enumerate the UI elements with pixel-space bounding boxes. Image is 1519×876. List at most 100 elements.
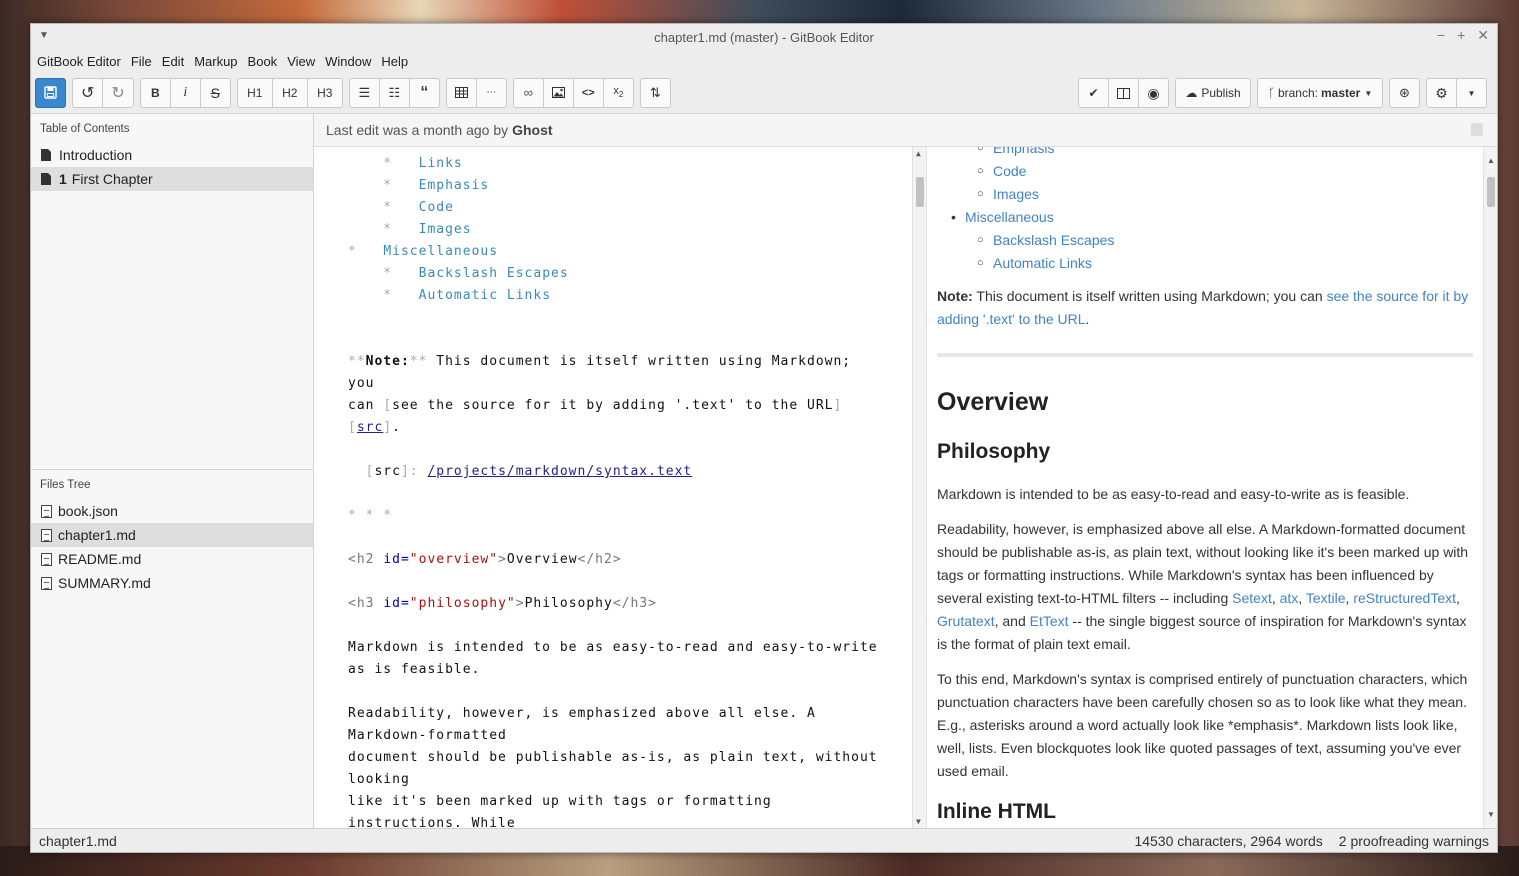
branch-dropdown[interactable]: ᚴ branch: master ▼ xyxy=(1257,78,1383,108)
preview-heading-inline-html: Inline HTML xyxy=(937,800,1056,823)
scrollbar-thumb[interactable] xyxy=(916,177,924,207)
preview-divider xyxy=(937,353,1473,357)
preview-link[interactable]: Grutatext xyxy=(937,613,995,629)
file-item-summary[interactable]: SUMMARY.md xyxy=(31,571,313,595)
gear-icon: ⚙ xyxy=(1435,84,1448,101)
files-tree: Files Tree book.json chapter1.md README.… xyxy=(31,469,313,595)
preview-link[interactable]: Miscellaneous xyxy=(965,209,1054,225)
eye-icon: ◉ xyxy=(1147,84,1160,101)
md-text: Readability, however, is emphasized abov… xyxy=(348,706,816,721)
scrollbar-thumb[interactable] xyxy=(1487,177,1495,207)
publish-button[interactable]: ☁ Publish xyxy=(1175,78,1251,108)
status-warnings[interactable]: 2 proofreading warnings xyxy=(1339,833,1489,849)
preview-link[interactable]: reStructuredText xyxy=(1353,590,1456,606)
scroll-up-icon[interactable]: ▲ xyxy=(1487,149,1495,172)
link-button[interactable]: ∞ xyxy=(512,77,544,108)
bold-button[interactable]: B xyxy=(139,77,171,108)
markdown-editor[interactable]: * Links * Emphasis * Code * Images * Mis… xyxy=(314,147,926,828)
code-button[interactable]: <> xyxy=(572,77,604,108)
preview-link[interactable]: Setext xyxy=(1232,590,1272,606)
menu-window[interactable]: Window xyxy=(325,54,377,69)
status-counts: 14530 characters, 2964 words xyxy=(1134,832,1323,849)
lock-icon[interactable] xyxy=(1471,123,1483,136)
preview-link[interactable]: EtText xyxy=(1030,613,1069,629)
help-button[interactable]: ⊛ xyxy=(1389,78,1420,108)
branch-icon: ᚴ xyxy=(1267,86,1275,100)
file-item-book-json[interactable]: book.json xyxy=(31,499,313,523)
proofread-button[interactable]: ✔ xyxy=(1078,78,1109,108)
bulleted-list-button[interactable]: ☰ xyxy=(348,77,380,108)
cloud-upload-icon: ☁ xyxy=(1185,86,1198,100)
md-text: Markdown-formatted xyxy=(348,728,507,743)
save-icon xyxy=(44,86,57,99)
preview-link[interactable]: Emphasis xyxy=(993,147,1054,156)
file-label: SUMMARY.md xyxy=(58,575,151,591)
file-label: README.md xyxy=(58,551,142,567)
text-file-icon xyxy=(41,576,52,590)
h3-button[interactable]: H3 xyxy=(306,77,343,108)
toc-item-introduction[interactable]: Introduction xyxy=(31,143,313,167)
md-link-ref[interactable]: src xyxy=(357,420,383,435)
code-icon: <> xyxy=(581,86,595,99)
strikethrough-button[interactable]: S xyxy=(199,77,231,108)
toc-item-number: 1 xyxy=(59,171,67,187)
file-item-chapter1[interactable]: chapter1.md xyxy=(31,523,313,547)
preview-link[interactable]: Automatic Links xyxy=(993,255,1092,271)
scroll-down-icon[interactable]: ▼ xyxy=(916,817,922,826)
md-list-item: Automatic Links xyxy=(418,288,552,303)
close-icon[interactable]: ✕ xyxy=(1477,27,1489,44)
branch-prefix: branch: xyxy=(1277,86,1318,100)
md-link-text: see the source for it by adding '.text' … xyxy=(392,398,834,413)
preview-note: Note: This document is itself written us… xyxy=(937,288,1469,327)
menu-file[interactable]: File xyxy=(131,54,158,69)
subscript-button[interactable]: x2 xyxy=(602,77,634,108)
md-hr: * * * xyxy=(348,508,393,523)
preview-link[interactable]: Code xyxy=(993,163,1026,179)
editor-scrollbar[interactable]: ▲ ▼ xyxy=(912,147,926,828)
menu-markup[interactable]: Markup xyxy=(194,54,243,69)
h1-button[interactable]: H1 xyxy=(236,77,273,108)
menu-edit[interactable]: Edit xyxy=(162,54,190,69)
save-button[interactable] xyxy=(35,77,66,108)
horizontal-rule-button[interactable]: ⋯ xyxy=(475,77,507,108)
app-window: ▼ chapter1.md (master) - GitBook Editor … xyxy=(30,23,1498,853)
table-button[interactable] xyxy=(445,77,477,108)
menu-book[interactable]: Book xyxy=(248,54,284,69)
menu-gitbook-editor[interactable]: GitBook Editor xyxy=(37,54,127,69)
image-button[interactable] xyxy=(542,77,574,108)
h2-button[interactable]: H2 xyxy=(271,77,308,108)
columns-icon xyxy=(1117,87,1130,99)
blockquote-button[interactable]: “ xyxy=(408,77,440,108)
bold-icon: B xyxy=(150,85,160,100)
md-h3-text: Philosophy xyxy=(524,596,613,611)
preview-scrollbar[interactable]: ▲ ▼ xyxy=(1483,147,1497,828)
numbered-list-icon: ☷ xyxy=(388,84,401,100)
settings-dropdown-button[interactable]: ▼ xyxy=(1456,78,1487,108)
preview-link[interactable]: Textile xyxy=(1306,590,1346,606)
numbered-list-button[interactable]: ☷ xyxy=(378,77,410,108)
scroll-down-icon[interactable]: ▼ xyxy=(1487,803,1495,826)
menu-view[interactable]: View xyxy=(287,54,321,69)
preview-link[interactable]: Images xyxy=(993,186,1039,202)
preview-link[interactable]: Backslash Escapes xyxy=(993,232,1114,248)
sidebar: Table of Contents Introduction 1 First C… xyxy=(31,114,314,828)
italic-button[interactable]: i xyxy=(169,77,201,108)
minimize-icon[interactable]: − xyxy=(1437,27,1445,44)
md-ref-url[interactable]: /projects/markdown/syntax.text xyxy=(427,464,692,479)
preview-button[interactable]: ◉ xyxy=(1138,78,1169,108)
settings-button[interactable]: ⚙ xyxy=(1426,78,1457,108)
file-item-readme[interactable]: README.md xyxy=(31,547,313,571)
undo-icon: ↺ xyxy=(81,84,95,102)
scroll-up-icon[interactable]: ▲ xyxy=(916,149,922,158)
redo-button[interactable]: ↻ xyxy=(102,77,134,108)
undo-button[interactable]: ↺ xyxy=(72,77,104,108)
preview-link[interactable]: atx xyxy=(1280,590,1299,606)
toc-item-first-chapter[interactable]: 1 First Chapter xyxy=(31,167,313,191)
status-filename: chapter1.md xyxy=(39,832,117,849)
maximize-icon[interactable]: + xyxy=(1457,27,1465,44)
md-h3-id: philosophy xyxy=(418,596,507,611)
split-view-button[interactable] xyxy=(1108,78,1139,108)
sort-button[interactable]: ⇅ xyxy=(639,77,671,108)
menu-help[interactable]: Help xyxy=(381,54,414,69)
window-menu-icon[interactable]: ▼ xyxy=(39,30,49,41)
